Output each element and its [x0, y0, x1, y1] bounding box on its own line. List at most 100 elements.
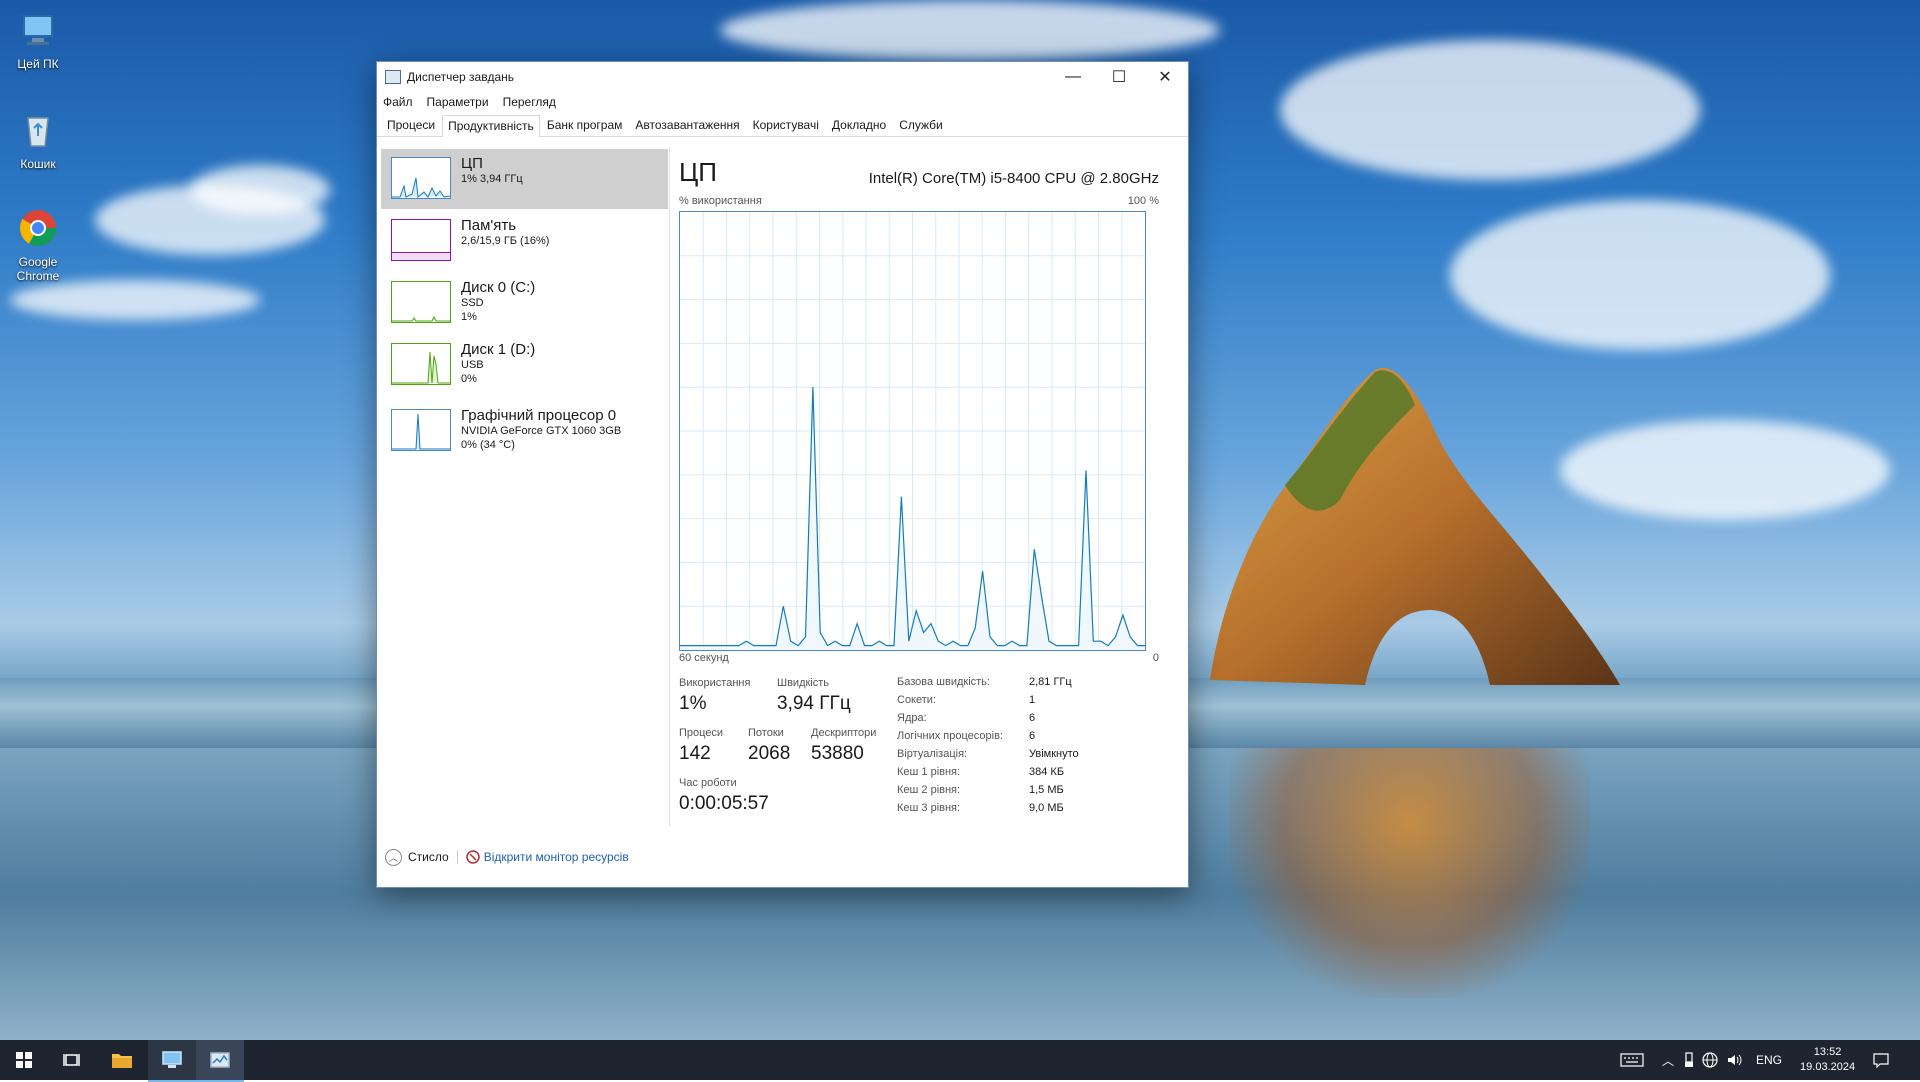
uptime-label: Час роботи — [679, 777, 737, 789]
speed-label: Швидкість — [777, 677, 830, 689]
spec-value: 6 — [1029, 730, 1036, 742]
title-bar[interactable]: Диспетчер завдань — ☐ ✕ — [377, 62, 1188, 92]
task-view-button[interactable] — [48, 1040, 96, 1080]
cpu-thumbnail — [391, 157, 451, 199]
tab-strip: Процеси Продуктивність Банк програм Авто… — [377, 112, 1188, 137]
usage-label: Використання — [679, 677, 751, 689]
spec-key: Ядра: — [897, 712, 927, 724]
language-indicator[interactable]: ENG — [1756, 1053, 1782, 1067]
threads-label: Потоки — [748, 727, 784, 739]
spec-key: Базова швидкість: — [897, 676, 990, 688]
handles-value: 53880 — [811, 743, 864, 764]
spec-value: Увімкнуто — [1029, 748, 1079, 760]
spec-row: Кеш 2 рівня: 1,5 МБ — [897, 781, 1079, 799]
graph-x-label: 60 секунд — [679, 652, 729, 664]
resource-name: Диск 0 (C:) — [461, 279, 536, 296]
spec-row: Логічних процесорів: 6 — [897, 727, 1079, 745]
clock-date: 19.03.2024 — [1800, 1061, 1856, 1073]
spec-row: Віртуалізація: Увімкнуто — [897, 745, 1079, 763]
cloud — [720, 0, 1220, 60]
menu-options[interactable]: Параметри — [427, 95, 489, 109]
tab-app-history[interactable]: Банк програм — [541, 114, 629, 136]
resource-item-disk0[interactable]: Диск 0 (C:) SSD 1% — [381, 273, 668, 333]
threads-value: 2068 — [748, 743, 791, 764]
memory-thumbnail — [391, 219, 451, 261]
resource-item-memory[interactable]: Пам'ять 2,6/15,9 ГБ (16%) — [381, 211, 668, 271]
keyboard-icon[interactable] — [1620, 1053, 1644, 1067]
spec-key: Віртуалізація: — [897, 748, 968, 760]
cpu-specs: Базова швидкість: 2,81 ГГц Сокети: 1 Ядра:… — [897, 673, 1079, 817]
handles-label: Дескриптори — [811, 727, 877, 739]
resource-item-disk1[interactable]: Диск 1 (D:) USB 0% — [381, 335, 668, 399]
volume-icon[interactable] — [1726, 1052, 1742, 1068]
taskbar-app[interactable] — [148, 1040, 196, 1082]
desktop-icon-this-pc[interactable]: Цей ПК — [8, 10, 68, 71]
tab-users[interactable]: Користувачі — [747, 114, 825, 136]
spec-row: Кеш 3 рівня: 9,0 МБ — [897, 799, 1079, 817]
cloud — [10, 280, 260, 320]
spec-value: 384 КБ — [1029, 766, 1065, 778]
cpu-usage-graph — [679, 211, 1146, 651]
clock[interactable]: 13:52 19.03.2024 — [1800, 1045, 1855, 1075]
open-resource-monitor-link[interactable]: Відкрити монітор ресурсів — [484, 850, 629, 864]
spec-value: 6 — [1029, 712, 1036, 724]
tab-performance[interactable]: Продуктивність — [442, 115, 540, 137]
clock-time: 13:52 — [1813, 1046, 1842, 1058]
recycle-bin-icon — [27, 117, 49, 147]
desktop-icon-recycle-bin[interactable]: Кошик — [8, 110, 68, 171]
spec-row: Базова швидкість: 2,81 ГГц — [897, 673, 1079, 691]
disk0-thumbnail — [391, 281, 451, 323]
desktop-icon-chrome[interactable]: Google Chrome — [8, 208, 68, 283]
tab-processes[interactable]: Процеси — [381, 114, 441, 136]
globe-icon[interactable] — [1702, 1052, 1718, 1068]
chevron-up-icon[interactable]: ︿ — [1662, 1052, 1674, 1069]
usb-icon[interactable] — [1684, 1052, 1694, 1068]
tab-services[interactable]: Служби — [893, 114, 949, 136]
resource-detail: 0% (34 °C) — [461, 439, 515, 451]
start-button[interactable] — [0, 1040, 48, 1080]
graph-y-max: 100 % — [1127, 195, 1159, 207]
resource-name: Диск 1 (D:) — [461, 341, 536, 358]
cpu-model: Intel(R) Core(TM) i5-8400 CPU @ 2.80GHz — [868, 170, 1159, 187]
resource-item-cpu[interactable]: ЦП 1% 3,94 ГГц — [381, 149, 668, 209]
menu-view[interactable]: Перегляд — [503, 95, 556, 109]
tab-startup[interactable]: Автозавантаження — [629, 114, 745, 136]
resource-item-gpu0[interactable]: Графічний процесор 0 NVIDIA GeForce GTX … — [381, 401, 668, 465]
resource-detail: 1% 3,94 ГГц — [461, 173, 523, 185]
resource-detail: 1% — [461, 311, 477, 323]
spec-row: Ядра: 6 — [897, 709, 1079, 727]
spec-row: Кеш 1 рівня: 384 КБ — [897, 763, 1079, 781]
taskbar-file-explorer[interactable] — [98, 1040, 146, 1080]
resource-detail: USB — [461, 359, 484, 371]
taskbar: ︿ ENG 13:52 19.03.2024 — [0, 1040, 1920, 1082]
resource-detail: 0% — [461, 373, 477, 385]
tab-details[interactable]: Докладно — [826, 114, 892, 136]
spec-value: 2,81 ГГц — [1029, 676, 1072, 688]
bottom-bar: ︿ Стисло Відкрити монітор ресурсів — [377, 842, 1188, 872]
spec-key: Кеш 3 рівня: — [897, 802, 961, 814]
cloud — [1280, 40, 1700, 180]
window-title: Диспетчер завдань — [407, 70, 515, 84]
notifications-icon[interactable] — [1873, 1052, 1889, 1068]
processes-value: 142 — [679, 743, 711, 764]
computer-icon — [23, 15, 53, 45]
chrome-icon — [19, 210, 57, 247]
taskbar-task-manager[interactable] — [196, 1040, 244, 1082]
resource-name: Пам'ять — [461, 217, 517, 234]
chevron-up-icon[interactable]: ︿ — [385, 848, 402, 866]
spec-row: Сокети: 1 — [897, 691, 1079, 709]
fewer-details-link[interactable]: Стисло — [408, 850, 449, 864]
folder-icon — [112, 1054, 132, 1068]
spec-key: Логічних процесорів: — [897, 730, 1003, 742]
task-manager-icon — [210, 1052, 230, 1068]
spec-key: Кеш 2 рівня: — [897, 784, 961, 796]
maximize-button[interactable]: ☐ — [1096, 62, 1142, 92]
close-button[interactable]: ✕ — [1142, 62, 1188, 92]
rock-arch — [1210, 368, 1620, 685]
resource-detail: 2,6/15,9 ГБ (16%) — [461, 235, 550, 247]
disk1-thumbnail — [391, 343, 451, 385]
menu-file[interactable]: Файл — [383, 95, 413, 109]
resource-detail: SSD — [461, 297, 484, 309]
task-view-icon — [63, 1054, 80, 1066]
minimize-button[interactable]: — — [1050, 62, 1096, 92]
